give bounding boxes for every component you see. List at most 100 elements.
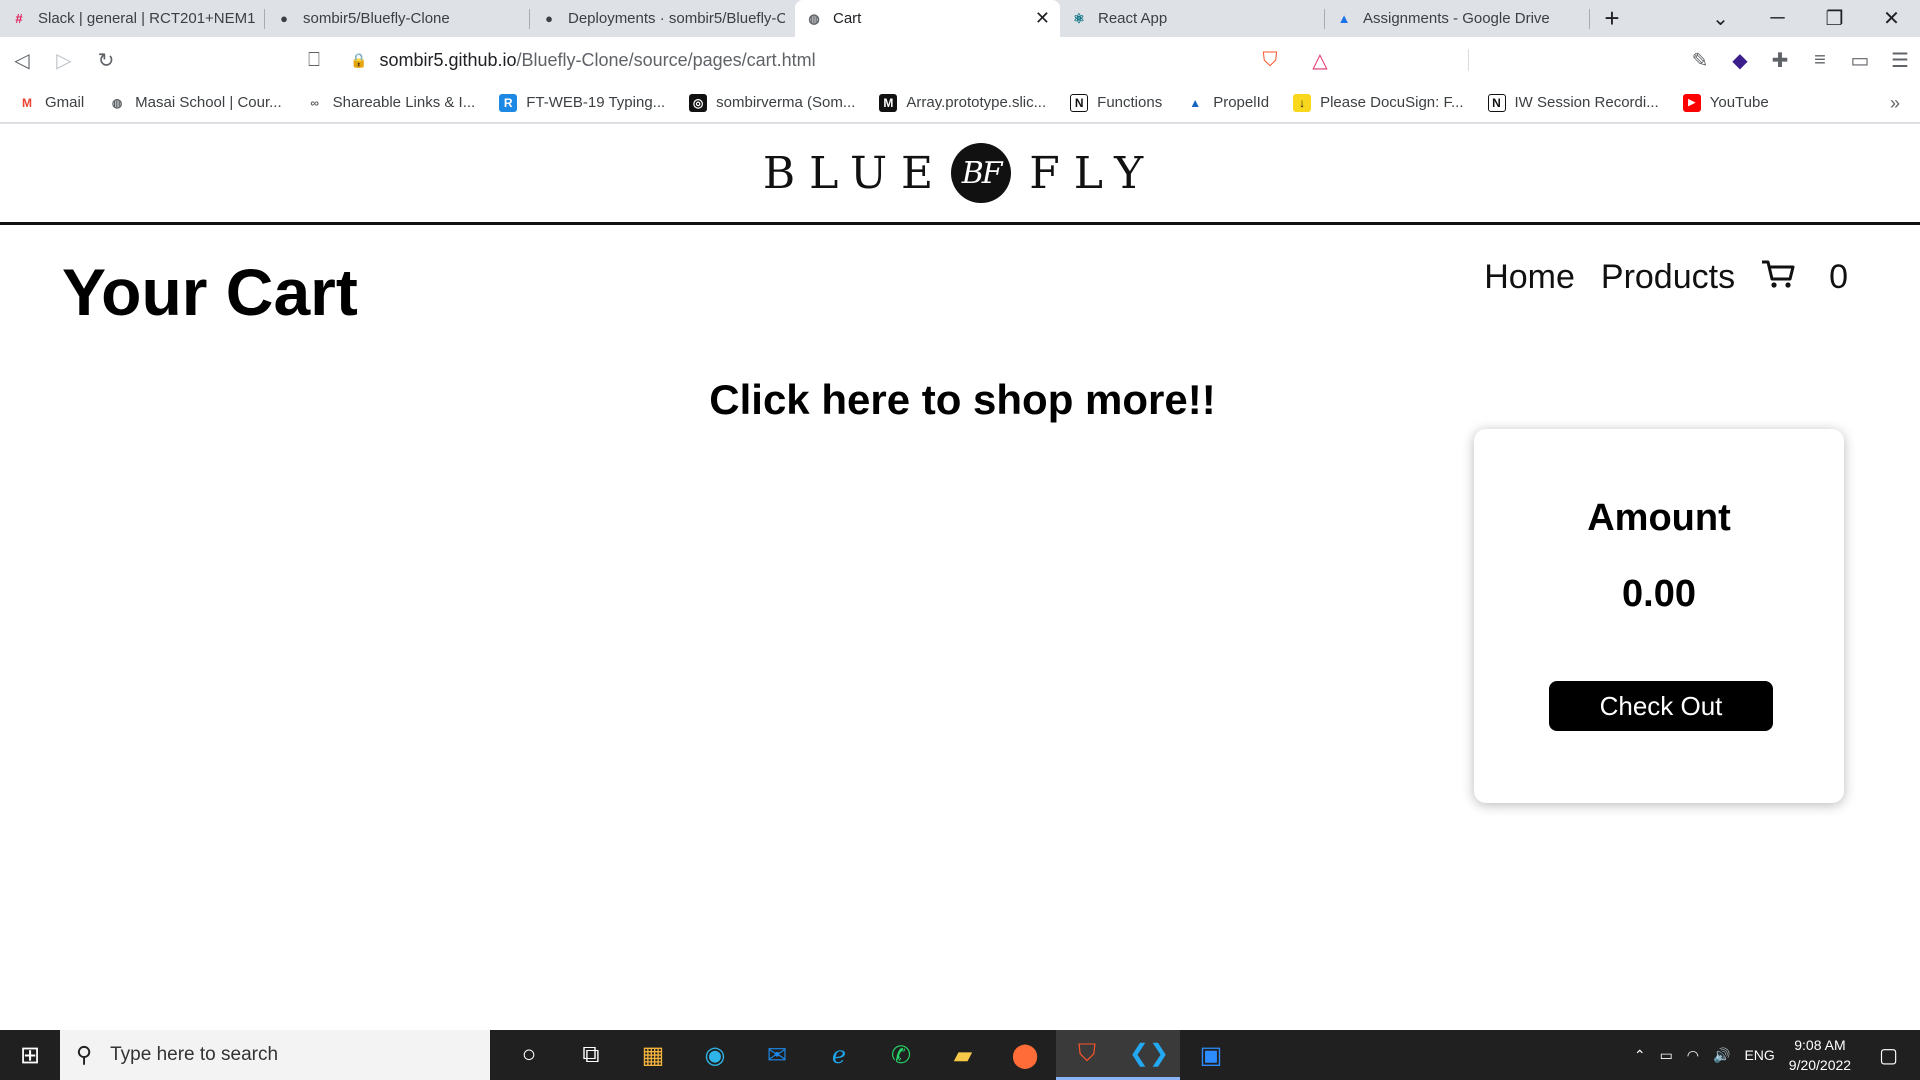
brave-rewards-icon[interactable]: △ <box>1300 48 1340 73</box>
restore-icon[interactable]: ❐ <box>1806 6 1863 31</box>
task-view-icon[interactable]: ⧉ <box>560 1030 622 1080</box>
lock-icon: 🔒 <box>350 51 368 68</box>
propelid-icon: ▲ <box>1189 95 1202 110</box>
logo-text-left: BLUE <box>762 147 948 199</box>
bookmark-codewars[interactable]: ◎ sombirverma (Som... <box>689 93 855 112</box>
taskbar-search-input[interactable]: ⚲ Type here to search <box>60 1030 490 1080</box>
mdn-icon: M <box>879 93 898 112</box>
shopping-cart-icon[interactable] <box>1761 259 1795 297</box>
youtube-icon: ▶ <box>1682 93 1701 112</box>
url-host: sombir5.github.io <box>379 49 517 70</box>
tab-react-app[interactable]: ⚛ React App <box>1060 0 1325 37</box>
globe-icon: ◍ <box>111 95 123 110</box>
mail-icon[interactable]: ✉ <box>746 1030 808 1080</box>
nav-products-link[interactable]: Products <box>1601 258 1735 297</box>
internet-explorer-icon[interactable]: ℯ <box>808 1030 870 1080</box>
globe-icon: ◍ <box>808 10 820 26</box>
toolbar-actions: ⛉ △ ✎ ◆ ✚ ≡ ▭ ☰ <box>1263 37 1920 83</box>
google-drive-icon: ▲ <box>1337 11 1351 26</box>
slack-icon: # <box>15 11 23 26</box>
react-icon: ⚛ <box>1073 10 1085 26</box>
tab-google-drive[interactable]: ▲ Assignments - Google Drive <box>1325 0 1590 37</box>
new-tab-button[interactable]: + <box>1590 0 1634 37</box>
tab-github-repo[interactable]: ● sombir5/Bluefly-Clone <box>265 0 530 37</box>
more-bookmarks-icon[interactable]: » <box>1890 93 1900 114</box>
bookmark-gmail[interactable]: M Gmail <box>18 94 84 112</box>
gmail-icon: M <box>22 95 32 110</box>
tab-title: Cart <box>833 10 862 27</box>
bookmark-youtube[interactable]: ▶ YouTube <box>1682 93 1769 112</box>
extension-pen-icon[interactable]: ✎ <box>1680 48 1720 73</box>
cart-count: 0 <box>1829 258 1848 296</box>
typing-icon: R <box>499 93 518 112</box>
bluefly-logo[interactable]: BLUE BF FLY <box>763 143 1157 203</box>
bookmark-masai[interactable]: ◍ Masai School | Cour... <box>108 94 282 112</box>
window-controls: ⌄ ─ ❐ ✕ <box>1692 0 1920 37</box>
reload-icon[interactable]: ↻ <box>86 40 126 80</box>
extension-badge-icon[interactable]: ◆ <box>1720 48 1760 73</box>
file-explorer-icon[interactable]: ▰ <box>932 1030 994 1080</box>
brave-shield-icon[interactable]: ⛉ <box>1250 49 1290 72</box>
site-header: BLUE BF FLY <box>0 124 1920 225</box>
tab-title: Deployments · sombir5/Bluefly-C <box>568 10 785 27</box>
microsoft-store-icon[interactable]: ▦ <box>622 1030 684 1080</box>
taskbar-apps: ○ ⧉ ▦ ◉ ✉ ℯ ✆ ▰ ⬤ ⛉ ❮❯ ▣ <box>498 1030 1242 1080</box>
bookmark-shareable-links[interactable]: ∞ Shareable Links & I... <box>306 94 475 112</box>
menu-icon[interactable]: ☰ <box>1880 48 1920 73</box>
nav-home-link[interactable]: Home <box>1484 258 1575 297</box>
bookmark-propelid[interactable]: ▲ PropelId <box>1186 94 1269 112</box>
tab-cart[interactable]: ◍ Cart ✕ <box>795 0 1060 37</box>
battery-icon[interactable]: ▭ <box>1660 1047 1673 1064</box>
tab-github-deployments[interactable]: ● Deployments · sombir5/Bluefly-C <box>530 0 795 37</box>
cortana-icon[interactable]: ○ <box>498 1030 560 1080</box>
notion-icon: N <box>1487 93 1506 112</box>
clock[interactable]: 9:08 AM 9/20/2022 <box>1789 1035 1851 1075</box>
wifi-icon[interactable]: ◠ <box>1687 1047 1699 1064</box>
bookmark-functions[interactable]: N Functions <box>1070 93 1162 112</box>
chevron-up-icon[interactable]: ⌃ <box>1634 1047 1646 1064</box>
edge-icon[interactable]: ◉ <box>684 1030 746 1080</box>
amount-value: 0.00 <box>1622 573 1696 615</box>
shop-more-text: Click here to shop more!! <box>709 376 1216 423</box>
checkout-button[interactable]: Check Out <box>1549 681 1773 731</box>
bookmark-mdn[interactable]: M Array.prototype.slic... <box>879 93 1046 112</box>
media-playlist-icon[interactable]: ≡ <box>1800 49 1840 72</box>
notifications-icon[interactable]: ▢ <box>1879 1043 1898 1068</box>
language-indicator[interactable]: ENG <box>1744 1047 1774 1063</box>
back-icon[interactable]: ◁ <box>2 40 42 80</box>
bookmark-docusign[interactable]: ↓ Please DocuSign: F... <box>1293 93 1464 112</box>
docusign-icon: ↓ <box>1293 93 1312 112</box>
address-bar[interactable]: 🔒 sombir5.github.io/Bluefly-Clone/source… <box>350 41 1530 79</box>
whatsapp-icon[interactable]: ✆ <box>870 1030 932 1080</box>
tab-title: React App <box>1098 10 1168 27</box>
site-nav: Home Products 0 <box>1458 258 1848 297</box>
windows-start-icon[interactable]: ⊞ <box>0 1030 60 1080</box>
tab-title: sombir5/Bluefly-Clone <box>303 10 450 27</box>
github-icon: ● <box>280 11 288 26</box>
order-summary-card: Amount 0.00 Check Out <box>1474 429 1844 803</box>
notion-icon: N <box>1070 93 1089 112</box>
volume-icon[interactable]: 🔊 <box>1713 1047 1730 1064</box>
minimize-icon[interactable]: ─ <box>1749 7 1806 30</box>
link-icon: ∞ <box>310 95 319 110</box>
forward-icon[interactable]: ▷ <box>44 40 84 80</box>
vscode-icon[interactable]: ❮❯ <box>1118 1030 1180 1080</box>
clock-date: 9/20/2022 <box>1788 1057 1852 1073</box>
chevron-down-icon[interactable]: ⌄ <box>1692 6 1749 31</box>
wallet-icon[interactable]: ▭ <box>1840 48 1880 73</box>
tab-strip: # Slack | general | RCT201+NEM10 ● sombi… <box>0 0 1920 37</box>
bookmark-typing[interactable]: R FT-WEB-19 Typing... <box>499 93 665 112</box>
url-path: /Bluefly-Clone/source/pages/cart.html <box>516 49 816 70</box>
tab-slack[interactable]: # Slack | general | RCT201+NEM10 <box>0 0 265 37</box>
bookmarks-bar: M Gmail ◍ Masai School | Cour... ∞ Shareabl… <box>0 83 1920 123</box>
postman-icon[interactable]: ⬤ <box>994 1030 1056 1080</box>
zoom-icon[interactable]: ▣ <box>1180 1030 1242 1080</box>
bookmark-icon[interactable]: ⎕ <box>294 40 334 80</box>
brave-icon[interactable]: ⛉ <box>1056 1030 1118 1080</box>
bookmark-iw-session[interactable]: N IW Session Recordi... <box>1487 93 1659 112</box>
close-tab-icon[interactable]: ✕ <box>1035 8 1050 29</box>
extensions-puzzle-icon[interactable]: ✚ <box>1760 48 1800 73</box>
close-window-icon[interactable]: ✕ <box>1863 6 1920 31</box>
shop-more-link[interactable]: Click here to shop more!! <box>0 376 1920 424</box>
codewars-icon: ◎ <box>689 93 708 112</box>
